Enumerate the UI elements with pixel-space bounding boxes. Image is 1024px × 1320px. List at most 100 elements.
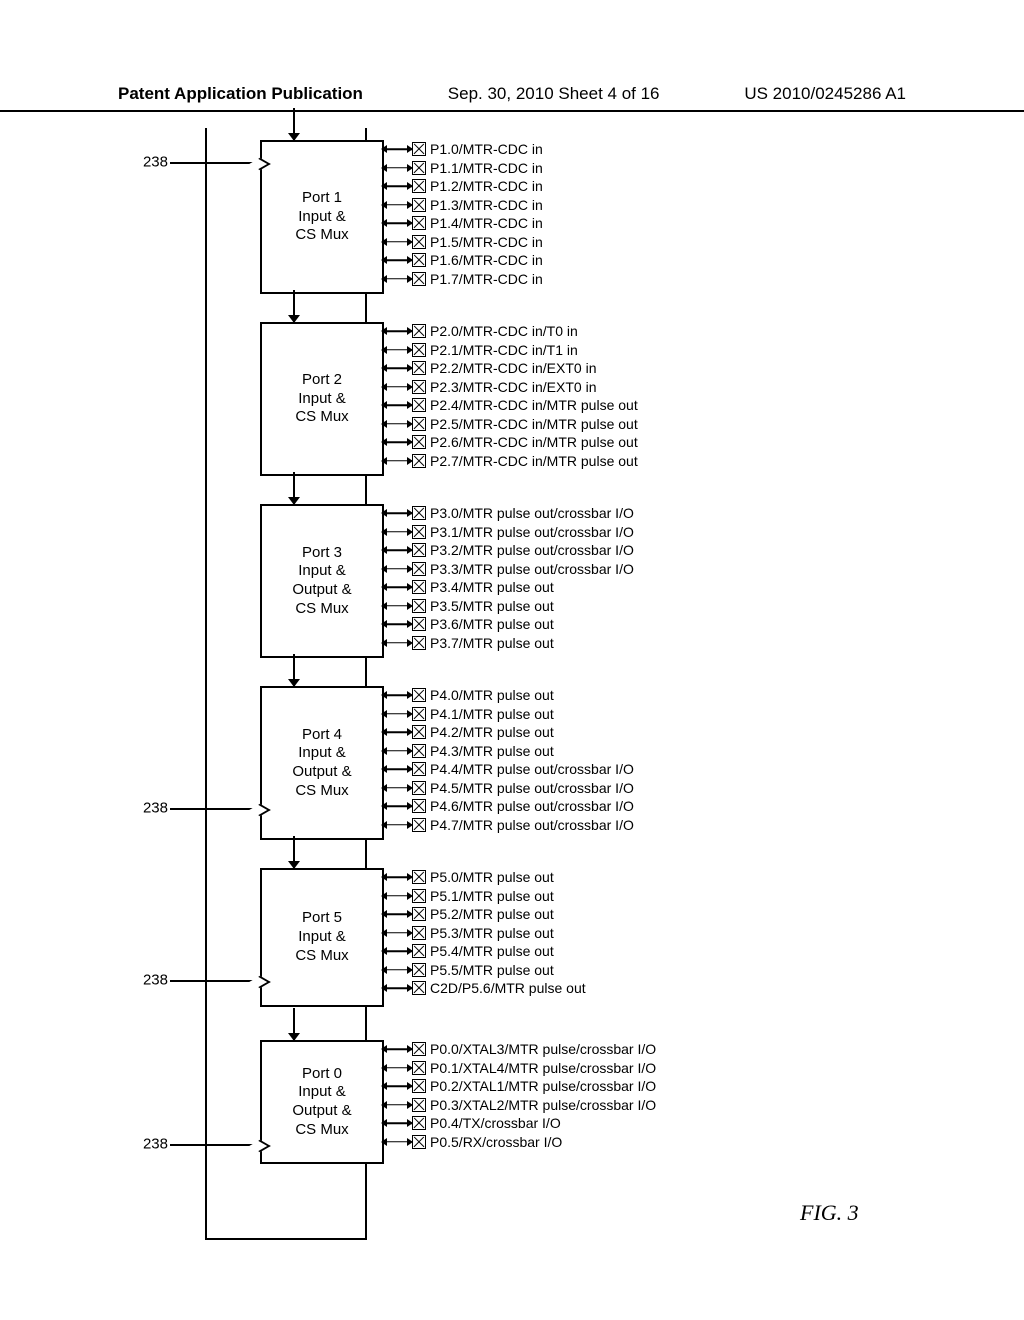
pin-row: P4.6/MTR pulse out/crossbar I/O bbox=[382, 797, 634, 816]
bidirectional-arrow-icon bbox=[382, 322, 412, 340]
pin-row: P1.3/MTR-CDC in bbox=[382, 196, 543, 215]
bidirectional-arrow-icon bbox=[382, 979, 412, 997]
bidirectional-arrow-icon bbox=[382, 634, 412, 652]
pin-label: P1.3/MTR-CDC in bbox=[430, 198, 543, 212]
bidirectional-arrow-icon bbox=[382, 816, 412, 834]
bidirectional-arrow-icon bbox=[382, 779, 412, 797]
pins: P4.0/MTR pulse outP4.1/MTR pulse outP4.2… bbox=[382, 686, 634, 834]
io-pad-icon bbox=[412, 762, 426, 776]
port-box: Port 5Input &CS Mux bbox=[260, 868, 384, 1007]
pin-label: P4.1/MTR pulse out bbox=[430, 707, 554, 721]
bidirectional-arrow-icon bbox=[382, 942, 412, 960]
bidirectional-arrow-icon bbox=[382, 868, 412, 886]
port-box: Port 3Input &Output &CS Mux bbox=[260, 504, 384, 658]
port-box-label: CS Mux bbox=[295, 226, 348, 245]
pin-label: P0.0/XTAL3/MTR pulse/crossbar I/O bbox=[430, 1042, 656, 1056]
pin-label: P5.1/MTR pulse out bbox=[430, 889, 554, 903]
io-pad-icon bbox=[412, 981, 426, 995]
figure-caption: FIG. 3 bbox=[800, 1200, 859, 1226]
io-pad-icon bbox=[412, 688, 426, 702]
io-pad-icon bbox=[412, 543, 426, 557]
pin-row: P0.5/RX/crossbar I/O bbox=[382, 1133, 656, 1152]
pin-label: P4.0/MTR pulse out bbox=[430, 688, 554, 702]
pin-label: P0.4/TX/crossbar I/O bbox=[430, 1116, 561, 1130]
bidirectional-arrow-icon bbox=[382, 415, 412, 433]
port-box-label: Port 5 bbox=[302, 909, 342, 928]
pin-label: P5.0/MTR pulse out bbox=[430, 870, 554, 884]
bidirectional-arrow-icon bbox=[382, 196, 412, 214]
pin-label: P2.6/MTR-CDC in/MTR pulse out bbox=[430, 435, 638, 449]
io-pad-icon bbox=[412, 744, 426, 758]
pin-row: P1.0/MTR-CDC in bbox=[382, 140, 543, 159]
bidirectional-arrow-icon bbox=[382, 1059, 412, 1077]
io-pad-icon bbox=[412, 1116, 426, 1130]
pin-row: P1.6/MTR-CDC in bbox=[382, 251, 543, 270]
port-box-label: Port 2 bbox=[302, 371, 342, 390]
ref-line bbox=[170, 980, 256, 982]
port-group: Port 3Input &Output &CS MuxP3.0/MTR puls… bbox=[230, 496, 790, 656]
io-pad-icon bbox=[412, 398, 426, 412]
pin-row: P1.2/MTR-CDC in bbox=[382, 177, 543, 196]
pin-row: P4.5/MTR pulse out/crossbar I/O bbox=[382, 779, 634, 798]
bidirectional-arrow-icon bbox=[382, 905, 412, 923]
port-box-label: CS Mux bbox=[295, 947, 348, 966]
page-header: Patent Application Publication Sep. 30, … bbox=[0, 84, 1024, 112]
ref-label: 238 bbox=[124, 1136, 168, 1153]
ref-label: 238 bbox=[124, 154, 168, 171]
pin-label: P2.0/MTR-CDC in/T0 in bbox=[430, 324, 578, 338]
io-pad-icon bbox=[412, 963, 426, 977]
io-pad-icon bbox=[412, 142, 426, 156]
port-box-label: Input & bbox=[298, 390, 346, 409]
port-box-label: Input & bbox=[298, 562, 346, 581]
io-pad-icon bbox=[412, 617, 426, 631]
io-pad-icon bbox=[412, 1135, 426, 1149]
io-pad-icon bbox=[412, 161, 426, 175]
pin-row: P4.3/MTR pulse out bbox=[382, 742, 634, 761]
port-group: Port 4Input &Output &CS Mux238P4.0/MTR p… bbox=[230, 678, 790, 838]
pin-label: P2.1/MTR-CDC in/T1 in bbox=[430, 343, 578, 357]
ref-line bbox=[170, 808, 256, 810]
io-pad-icon bbox=[412, 1042, 426, 1056]
io-pad-icon bbox=[412, 1061, 426, 1075]
pin-row: P0.4/TX/crossbar I/O bbox=[382, 1114, 656, 1133]
bidirectional-arrow-icon bbox=[382, 270, 412, 288]
pin-row: P5.0/MTR pulse out bbox=[382, 868, 586, 887]
pin-label: C2D/P5.6/MTR pulse out bbox=[430, 981, 586, 995]
port-box: Port 1Input &CS Mux bbox=[260, 140, 384, 294]
pin-row: P4.7/MTR pulse out/crossbar I/O bbox=[382, 816, 634, 835]
page: Patent Application Publication Sep. 30, … bbox=[0, 0, 1024, 1320]
bidirectional-arrow-icon bbox=[382, 560, 412, 578]
pin-label: P3.7/MTR pulse out bbox=[430, 636, 554, 650]
bidirectional-arrow-icon bbox=[382, 359, 412, 377]
port-box-label: Input & bbox=[298, 1083, 346, 1102]
pins: P1.0/MTR-CDC inP1.1/MTR-CDC inP1.2/MTR-C… bbox=[382, 140, 543, 288]
io-pad-icon bbox=[412, 216, 426, 230]
pin-row: P5.2/MTR pulse out bbox=[382, 905, 586, 924]
port-box-label: Output & bbox=[292, 1102, 351, 1121]
io-pad-icon bbox=[412, 380, 426, 394]
io-pad-icon bbox=[412, 599, 426, 613]
pin-row: P5.3/MTR pulse out bbox=[382, 924, 586, 943]
pin-label: P4.3/MTR pulse out bbox=[430, 744, 554, 758]
bidirectional-arrow-icon bbox=[382, 1114, 412, 1132]
bidirectional-arrow-icon bbox=[382, 233, 412, 251]
io-pad-icon bbox=[412, 179, 426, 193]
bidirectional-arrow-icon bbox=[382, 760, 412, 778]
io-pad-icon bbox=[412, 435, 426, 449]
pin-row: P3.0/MTR pulse out/crossbar I/O bbox=[382, 504, 634, 523]
port-box-label: CS Mux bbox=[295, 782, 348, 801]
pins: P0.0/XTAL3/MTR pulse/crossbar I/OP0.1/XT… bbox=[382, 1040, 656, 1151]
io-pad-icon bbox=[412, 725, 426, 739]
pin-row: P0.3/XTAL2/MTR pulse/crossbar I/O bbox=[382, 1096, 656, 1115]
pin-row: P2.2/MTR-CDC in/EXT0 in bbox=[382, 359, 638, 378]
bidirectional-arrow-icon bbox=[382, 742, 412, 760]
port-box-label: Port 1 bbox=[302, 189, 342, 208]
pin-row: P2.4/MTR-CDC in/MTR pulse out bbox=[382, 396, 638, 415]
io-pad-icon bbox=[412, 506, 426, 520]
io-pad-icon bbox=[412, 272, 426, 286]
io-pad-icon bbox=[412, 707, 426, 721]
pin-label: P3.1/MTR pulse out/crossbar I/O bbox=[430, 525, 634, 539]
pin-row: P3.5/MTR pulse out bbox=[382, 597, 634, 616]
port-box-label: Input & bbox=[298, 928, 346, 947]
pin-label: P5.4/MTR pulse out bbox=[430, 944, 554, 958]
